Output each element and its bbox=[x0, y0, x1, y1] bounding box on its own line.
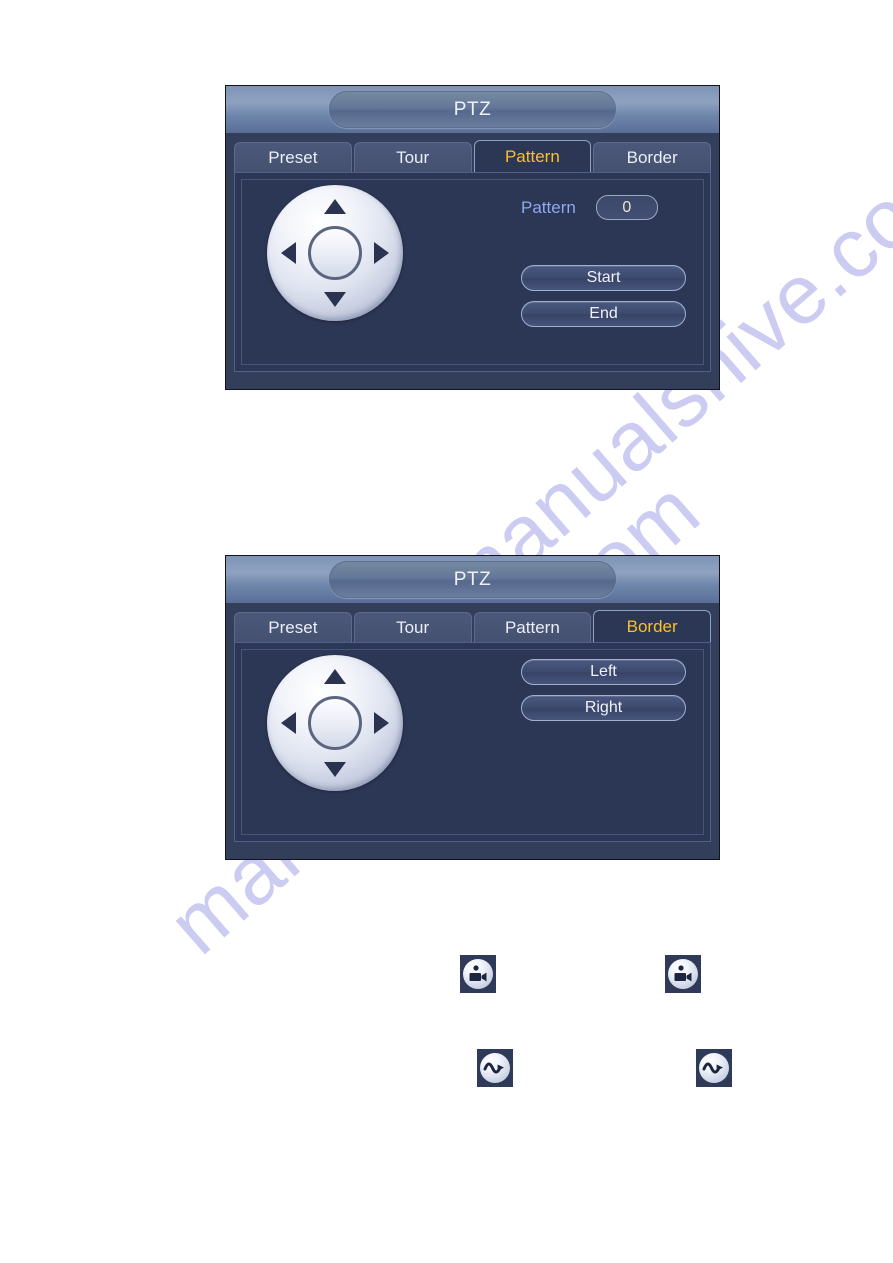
dpad-right-icon[interactable] bbox=[374, 712, 389, 734]
left-button[interactable]: Left bbox=[521, 659, 686, 685]
ptz-titlebar: PTZ bbox=[226, 556, 719, 603]
ptz-title-text: PTZ bbox=[453, 568, 492, 590]
direction-pad[interactable] bbox=[267, 185, 403, 321]
wave-arrow-glyph bbox=[702, 1062, 723, 1074]
pattern-field-row: Pattern 0 bbox=[521, 195, 658, 220]
ptz-tabbar: Preset Tour Pattern Border bbox=[234, 610, 711, 642]
tab-border[interactable]: Border bbox=[593, 142, 711, 172]
ptz-titlebar: PTZ bbox=[226, 86, 719, 133]
right-button[interactable]: Right bbox=[521, 695, 686, 721]
dpad-down-icon[interactable] bbox=[324, 292, 346, 307]
camcorder-glyph bbox=[469, 965, 487, 982]
direction-pad[interactable] bbox=[267, 655, 403, 791]
pattern-label: Pattern bbox=[521, 197, 576, 217]
dpad-down-icon[interactable] bbox=[324, 762, 346, 777]
camcorder-icon[interactable] bbox=[463, 959, 493, 989]
end-button[interactable]: End bbox=[521, 301, 686, 327]
start-button[interactable]: Start bbox=[521, 265, 686, 291]
ptz-tab-content-border: Left Right bbox=[234, 642, 711, 842]
pattern-input[interactable]: 0 bbox=[595, 195, 658, 220]
camcorder-icon-tile[interactable] bbox=[665, 955, 701, 993]
tab-border[interactable]: Border bbox=[593, 610, 711, 642]
dpad-left-icon[interactable] bbox=[281, 712, 296, 734]
wave-arrow-glyph bbox=[483, 1062, 504, 1074]
camcorder-glyph bbox=[674, 965, 692, 982]
dpad-right-icon[interactable] bbox=[374, 242, 389, 264]
ptz-title-pill: PTZ bbox=[329, 561, 616, 598]
ptz-dialog-pattern: PTZ Preset Tour Pattern Border Pattern 0… bbox=[225, 85, 720, 390]
dpad-up-icon[interactable] bbox=[324, 669, 346, 684]
tab-pattern[interactable]: Pattern bbox=[473, 612, 592, 642]
dpad-left-icon[interactable] bbox=[281, 242, 296, 264]
pattern-wave-icon[interactable] bbox=[699, 1053, 729, 1083]
camcorder-icon-tile[interactable] bbox=[460, 955, 496, 993]
tab-pattern[interactable]: Pattern bbox=[473, 140, 592, 172]
pattern-wave-icon-tile[interactable] bbox=[477, 1049, 513, 1087]
tab-preset[interactable]: Preset bbox=[234, 142, 352, 172]
pattern-wave-icon-tile[interactable] bbox=[696, 1049, 732, 1087]
dpad-up-icon[interactable] bbox=[324, 199, 346, 214]
tab-tour[interactable]: Tour bbox=[353, 612, 472, 642]
tab-preset[interactable]: Preset bbox=[234, 612, 352, 642]
ptz-title-text: PTZ bbox=[453, 98, 492, 120]
pattern-wave-icon[interactable] bbox=[480, 1053, 510, 1083]
ptz-dialog-border: PTZ Preset Tour Pattern Border Left Righ… bbox=[225, 555, 720, 860]
dpad-center-button[interactable] bbox=[308, 696, 362, 750]
ptz-tabbar: Preset Tour Pattern Border bbox=[234, 140, 711, 172]
ptz-tab-content-pattern: Pattern 0 Start End bbox=[234, 172, 711, 372]
ptz-title-pill: PTZ bbox=[329, 91, 616, 128]
camcorder-icon[interactable] bbox=[668, 959, 698, 989]
dpad-center-button[interactable] bbox=[308, 226, 362, 280]
tab-tour[interactable]: Tour bbox=[353, 142, 472, 172]
